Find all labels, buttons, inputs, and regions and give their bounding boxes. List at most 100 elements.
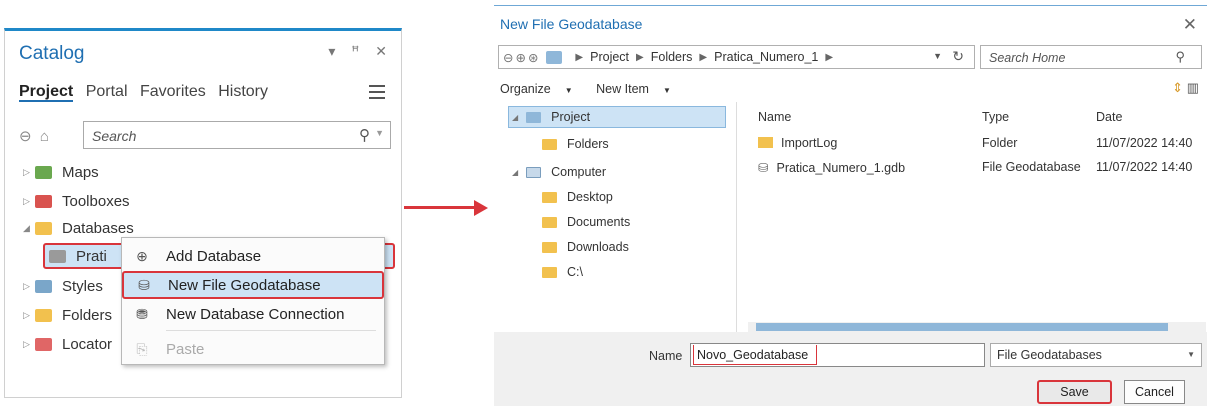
row-date: 11/07/2022 14:40: [1096, 136, 1193, 150]
menu-item-new-file-geodatabase[interactable]: ⛁ New File Geodatabase: [122, 271, 384, 299]
row-name: ImportLog: [781, 136, 838, 150]
chevron-down-icon[interactable]: ▼: [933, 51, 942, 61]
column-header-name[interactable]: Name: [758, 110, 791, 124]
nav-item-documents[interactable]: Documents: [542, 211, 630, 233]
nav-item-desktop[interactable]: Desktop: [542, 186, 613, 208]
breadcrumb-current[interactable]: Pratica_Numero_1: [714, 50, 818, 64]
folder-icon: [542, 138, 557, 150]
tree-item-folders[interactable]: ▷ Folders: [23, 302, 112, 328]
dialog-search-input[interactable]: Search Home ⚲: [980, 45, 1202, 69]
expand-icon[interactable]: ▷: [23, 281, 35, 292]
expand-icon[interactable]: ▷: [23, 310, 35, 321]
expand-icon[interactable]: ▷: [23, 196, 35, 207]
new-file-geodatabase-dialog: New File Geodatabase ✕ ⊖⊕⊛ ▶ Project ▶ F…: [494, 5, 1207, 406]
folder-icon: [35, 308, 52, 322]
scrollbar-thumb[interactable]: [756, 323, 1168, 331]
address-bar[interactable]: ⊖⊕⊛ ▶ Project ▶ Folders ▶ Pratica_Numero…: [498, 45, 975, 69]
context-menu: ⊕ Add Database ⛁ New File Geodatabase ⛃ …: [121, 237, 385, 365]
nav-item-folders[interactable]: Folders: [542, 133, 609, 155]
save-button[interactable]: Save: [1037, 380, 1112, 404]
table-row[interactable]: ⛁ Pratica_Numero_1.gdb: [758, 160, 905, 175]
nav-item-label: Desktop: [567, 190, 613, 204]
chevron-down-icon[interactable]: ▼: [375, 128, 384, 138]
back-icon[interactable]: ⊖: [19, 128, 32, 145]
tab-portal[interactable]: Portal: [86, 83, 128, 100]
tree-item-styles[interactable]: ▷ Styles: [23, 273, 103, 299]
geodatabase-icon: [49, 249, 66, 263]
search-icon[interactable]: ⚲: [359, 126, 370, 144]
breadcrumb-folders[interactable]: Folders: [651, 50, 693, 64]
collapse-icon[interactable]: ◢: [512, 168, 518, 177]
tab-history[interactable]: History: [218, 83, 268, 100]
tree-item-label: Databases: [62, 219, 134, 237]
search-placeholder: Search: [92, 128, 137, 144]
tree-item-toolboxes[interactable]: ▷ Toolboxes: [23, 188, 130, 214]
row-type: Folder: [982, 136, 1018, 150]
column-header-type[interactable]: Type: [982, 110, 1009, 124]
close-icon[interactable]: ✕: [1183, 15, 1197, 35]
breadcrumb-separator: ▶: [825, 51, 834, 63]
database-connection-icon: ⛃: [136, 305, 148, 322]
tree-item-maps[interactable]: ▷ Maps: [23, 159, 99, 185]
horizontal-scrollbar[interactable]: [748, 322, 1206, 332]
nav-item-computer[interactable]: ◢ Computer: [512, 161, 606, 183]
row-date: 11/07/2022 14:40: [1096, 160, 1193, 174]
new-geodatabase-icon: ⛁: [138, 276, 150, 293]
organize-menu[interactable]: Organize ▼: [500, 82, 583, 96]
tab-favorites[interactable]: Favorites: [140, 83, 206, 100]
file-type-value: File Geodatabases: [997, 348, 1102, 362]
catalog-tabs: Project Portal Favorites History: [19, 83, 276, 102]
table-row[interactable]: ImportLog: [758, 136, 837, 150]
tree-item-label: Toolboxes: [62, 192, 130, 210]
navigation-buttons: ⊖ ⌂: [19, 127, 49, 145]
arrow-head-icon: [474, 200, 488, 216]
breadcrumb-project[interactable]: Project: [590, 50, 629, 64]
nav-item-label: Documents: [567, 215, 631, 229]
database-folder-icon: [35, 221, 52, 235]
chevron-down-icon: ▼: [662, 86, 671, 95]
menu-item-label: Add Database: [166, 247, 262, 265]
nav-item-project[interactable]: ◢ Project: [512, 106, 590, 128]
nav-item-c-drive[interactable]: C:\: [542, 261, 583, 283]
arrow-line: [404, 206, 476, 209]
nav-item-downloads[interactable]: Downloads: [542, 236, 629, 258]
expand-icon[interactable]: ▷: [23, 339, 35, 350]
drive-icon: [542, 266, 557, 278]
catalog-title: Catalog: [19, 43, 85, 64]
breadcrumb-separator: ▶: [575, 51, 584, 63]
name-field[interactable]: Novo_Geodatabase: [690, 343, 985, 367]
search-icon[interactable]: ⚲: [1175, 49, 1185, 65]
collapse-icon[interactable]: ◢: [512, 113, 518, 122]
folder-icon: [542, 216, 557, 228]
catalog-search-input[interactable]: Search ⚲ ▼: [83, 121, 391, 149]
menu-item-new-database-connection[interactable]: ⛃ New Database Connection: [122, 300, 384, 328]
sort-icon[interactable]: ⇕: [1172, 80, 1183, 95]
view-mode-icon[interactable]: ▥: [1187, 80, 1199, 95]
window-controls[interactable]: ▾ ꟸ ✕: [328, 43, 393, 60]
expand-icon[interactable]: ▷: [23, 167, 35, 178]
file-type-select[interactable]: File Geodatabases ▼: [990, 343, 1202, 367]
tree-item-geodatabase[interactable]: Prati: [49, 243, 107, 269]
tree-item-databases[interactable]: ◢ Databases: [23, 215, 134, 241]
hamburger-menu-icon[interactable]: [369, 85, 385, 99]
cancel-button[interactable]: Cancel: [1124, 380, 1185, 404]
home-icon[interactable]: ⌂: [40, 128, 49, 145]
project-icon: [526, 111, 542, 123]
menu-item-add-database[interactable]: ⊕ Add Database: [122, 242, 384, 270]
column-header-date[interactable]: Date: [1096, 110, 1122, 124]
chevron-down-icon: ▼: [564, 86, 573, 95]
back-forward-up-icons[interactable]: ⊖⊕⊛: [503, 50, 540, 65]
dialog-footer: Name Novo_Geodatabase File Geodatabases …: [494, 332, 1207, 406]
refresh-icon[interactable]: ↻: [952, 48, 964, 65]
collapse-icon[interactable]: ◢: [23, 223, 35, 234]
catalog-pane: Catalog ▾ ꟸ ✕ Project Portal Favorites H…: [4, 28, 402, 398]
new-item-label: New Item: [596, 82, 649, 96]
nav-item-label: Folders: [567, 137, 609, 151]
nav-item-label: Computer: [551, 165, 607, 179]
organize-label: Organize: [500, 82, 551, 96]
new-item-menu[interactable]: New Item ▼: [596, 82, 681, 96]
tree-item-locators[interactable]: ▷ Locator: [23, 331, 112, 357]
navigation-pane: ◢ Project Folders ◢ Computer Desktop Doc…: [498, 102, 737, 332]
view-options: ⇕ ▥: [1172, 80, 1199, 96]
tab-project[interactable]: Project: [19, 83, 74, 102]
